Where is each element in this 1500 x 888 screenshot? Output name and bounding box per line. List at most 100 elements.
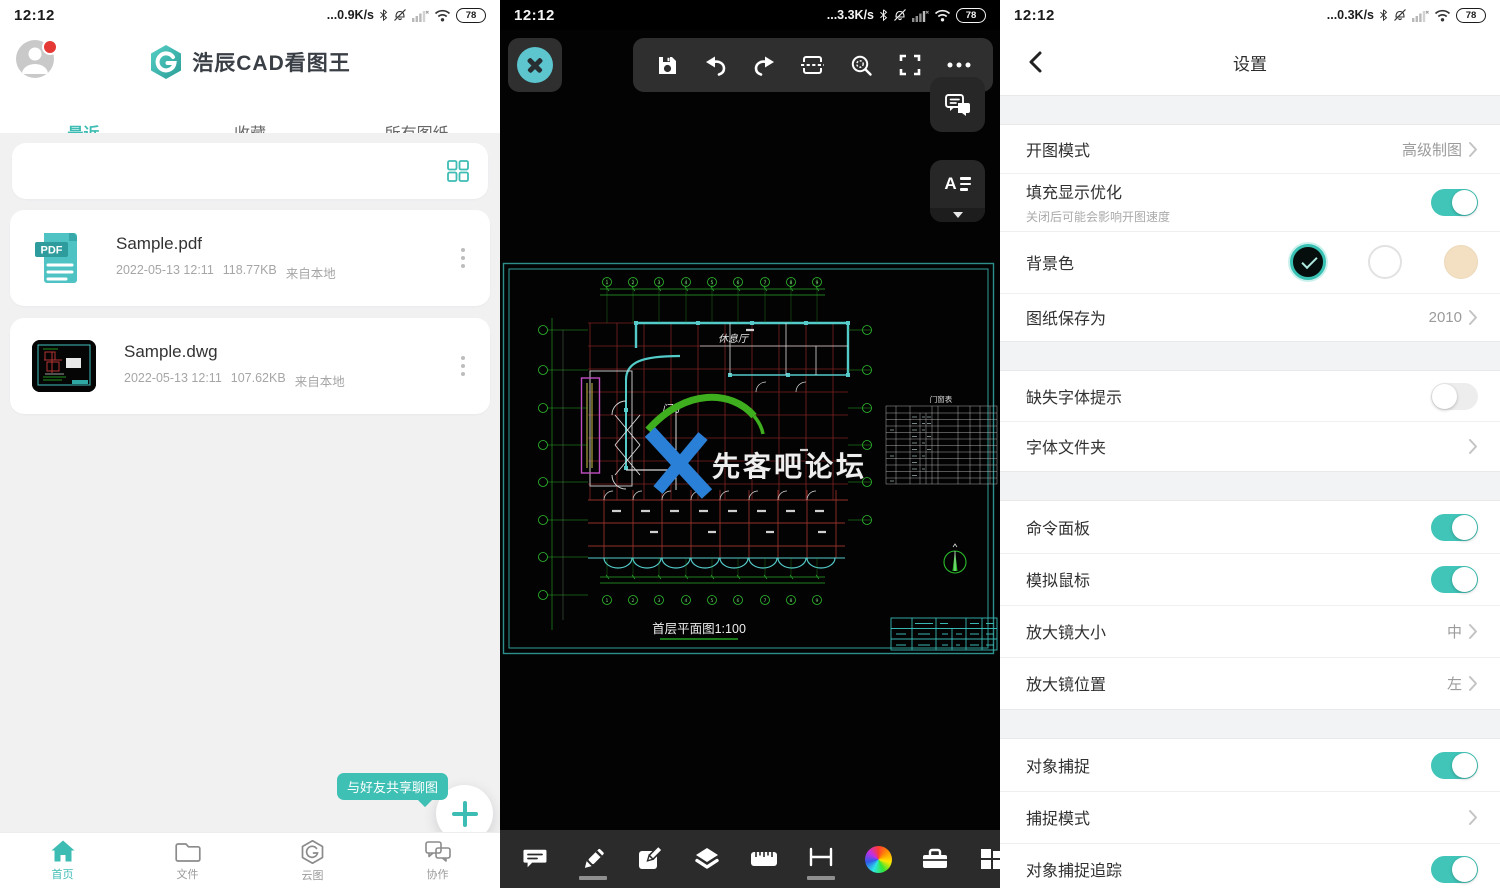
folder-icon [175,839,201,863]
network-speed: ...0.9K/s [327,8,374,22]
color-tool-button[interactable] [864,842,892,876]
file-row-dwg[interactable]: Sample.dwg 2022-05-13 12:11 107.62KB 来自本… [10,318,490,414]
dimension-tool-button[interactable] [807,842,835,876]
back-arrow-icon [1025,50,1047,74]
file-meta: 2022-05-13 12:11 118.77KB 来自本地 [116,263,450,282]
viewer-panel: 12:12 ...3.3K/s 78 [500,0,1000,888]
comment-tool-button[interactable] [522,842,550,876]
bluetooth-icon [1379,8,1388,22]
object-snap-tracking-toggle[interactable] [1431,856,1478,883]
row-subtitle: 关闭后可能会影响开图速度 [1026,208,1170,225]
object-snap-toggle[interactable] [1431,752,1478,779]
missing-font-toggle[interactable] [1431,383,1478,410]
dwg-thumbnail [32,340,96,392]
app-logo-icon [149,44,183,80]
nav-home[interactable]: 首页 [0,833,125,888]
settings-row-object-snap[interactable]: 对象捕捉 [1000,739,1500,791]
bg-color-beige-option[interactable] [1444,245,1478,279]
dropdown-arrow-icon[interactable] [930,208,985,222]
group-divider [1000,709,1500,739]
page-title: 设置 [1000,50,1500,75]
file-name: Sample.pdf [116,234,450,254]
pencil-tool-button[interactable] [579,842,607,876]
bg-color-black-option[interactable] [1290,244,1326,280]
chevron-right-icon [1468,438,1478,455]
svg-text:9: 9 [816,598,819,604]
status-time: 12:12 [1014,7,1055,24]
mute-icon [393,8,407,22]
svg-text:4: 4 [685,280,688,286]
zoom-search-button[interactable] [845,48,879,82]
section-view-button[interactable] [796,48,830,82]
file-size: 118.77KB [223,263,277,282]
settings-row-snap-mode[interactable]: 捕捉模式 [1000,791,1500,843]
chevron-right-icon [1468,675,1478,692]
grid-view-icon[interactable] [446,159,470,183]
save-button[interactable] [650,48,684,82]
search-bar[interactable] [12,143,488,199]
layout-tool-button[interactable] [978,842,1000,876]
command-panel-toggle[interactable] [1431,514,1478,541]
signal-icon [1412,9,1429,22]
home-panel: 12:12 ...0.9K/s 78 [0,0,500,888]
svg-text:3: 3 [658,280,661,286]
cloud-drawings-icon [300,839,325,864]
row-value: 中 [1447,621,1462,642]
svg-text:8: 8 [790,280,793,286]
file-date: 2022-05-13 12:11 [124,371,222,390]
nav-files[interactable]: 文件 [125,833,250,888]
status-bar: 12:12 ...0.3K/s 78 [1000,0,1500,30]
settings-row-command-panel[interactable]: 命令面板 [1000,501,1500,553]
layers-tool-button[interactable] [693,842,721,876]
watermark-text: 先客吧论坛 [712,450,867,482]
close-drawing-button[interactable] [508,38,562,92]
nav-collaboration[interactable]: 协作 [375,833,500,888]
svg-text:1: 1 [606,280,609,286]
ruler-tool-button[interactable] [750,842,778,876]
svg-text:5: 5 [711,280,714,286]
file-date: 2022-05-13 12:11 [116,263,214,282]
network-speed: ...0.3K/s [1327,8,1374,22]
fullscreen-button[interactable] [893,48,927,82]
nav-cloud[interactable]: 云图 [250,833,375,888]
schedule-table-title: 门窗表 [930,394,953,404]
settings-row-magnifier-position[interactable]: 放大镜位置 左 [1000,657,1500,709]
settings-row-object-snap-tracking[interactable]: 对象捕捉追踪 [1000,843,1500,888]
undo-button[interactable] [699,48,733,82]
redo-button[interactable] [747,48,781,82]
group-divider [1000,341,1500,371]
settings-row-missing-font[interactable]: 缺失字体提示 [1000,371,1500,421]
battery-icon: 78 [1456,8,1486,23]
settings-row-font-folder[interactable]: 字体文件夹 [1000,421,1500,471]
bg-color-white-option[interactable] [1368,245,1402,279]
row-value: 高级制图 [1402,139,1462,160]
signal-icon [912,9,929,22]
fill-optimization-toggle[interactable] [1431,189,1478,216]
drawing-caption: 首层平面图1:100 [652,622,746,636]
cad-canvas[interactable]: 123456789 [500,30,1000,830]
file-row-pdf[interactable]: PDF Sample.pdf 2022-05-13 12:11 118.77KB… [10,210,490,306]
simulate-mouse-toggle[interactable] [1431,566,1478,593]
chat-bubbles-icon [424,839,452,863]
file-menu-button[interactable] [450,238,476,278]
svg-text:7: 7 [764,280,767,286]
settings-row-background-color: 背景色 [1000,231,1500,293]
toolbox-button[interactable] [921,842,949,876]
settings-row-simulate-mouse[interactable]: 模拟鼠标 [1000,553,1500,605]
chevron-right-icon [1468,141,1478,158]
room-label-lounge: 休息厅 [718,333,750,345]
text-lines-icon [960,177,971,191]
text-style-button[interactable]: A [930,160,985,222]
settings-row-magnifier-size[interactable]: 放大镜大小 中 [1000,605,1500,657]
settings-row-fill-optimization[interactable]: 填充显示优化 关闭后可能会影响开图速度 [1000,173,1500,231]
signal-icon [412,9,429,22]
settings-row-save-as[interactable]: 图纸保存为 2010 [1000,293,1500,341]
comments-button[interactable] [930,77,985,132]
settings-list: 开图模式 高级制图 填充显示优化 关闭后可能会影响开图速度 背景色 [1000,95,1500,888]
file-menu-button[interactable] [450,346,476,386]
file-source: 来自本地 [295,371,345,390]
markup-tool-button[interactable] [636,842,664,876]
file-size: 107.62KB [231,371,286,390]
settings-row-open-mode[interactable]: 开图模式 高级制图 [1000,125,1500,173]
back-button[interactable] [1018,42,1054,82]
